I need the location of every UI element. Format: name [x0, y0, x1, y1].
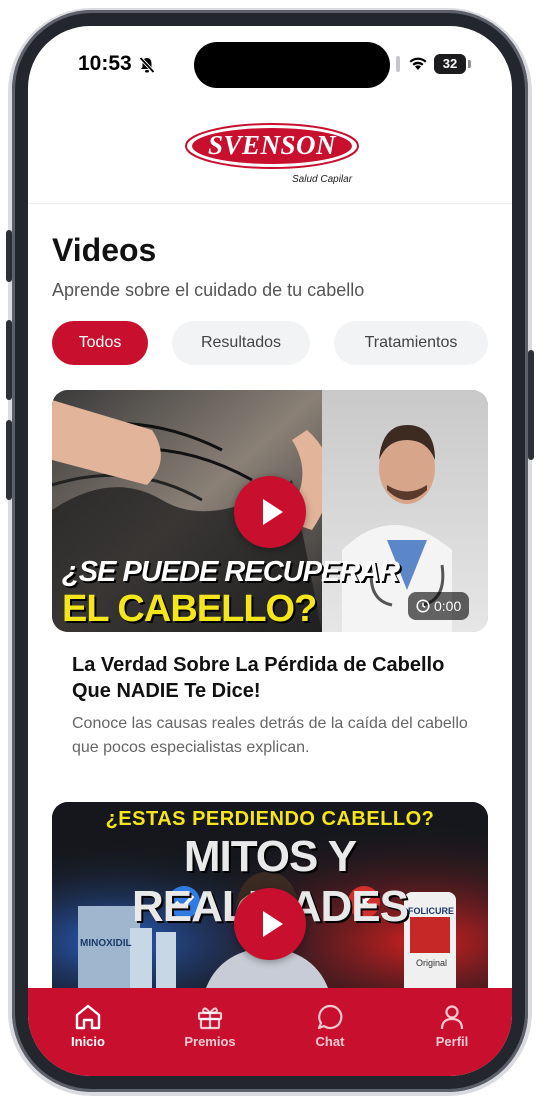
product-label-left: MINOXIDIL	[80, 938, 132, 949]
nav-label-perfil: Perfil	[435, 1034, 469, 1049]
logo-wordmark: SVENSON	[207, 130, 337, 160]
nav-item-perfil[interactable]: Perfil	[407, 1002, 497, 1049]
video-description: Conoce las causas reales detrás de la ca…	[72, 715, 468, 756]
app-screen: 10:53 32 SVENSON Salud Capilar Videos Ap…	[28, 26, 512, 1076]
clock-icon	[416, 599, 430, 613]
filter-chip-resultados[interactable]: Resultados	[172, 321, 310, 365]
duration-text: 0:00	[434, 598, 462, 614]
thumbnail-headline-top: ¿SE PUEDE RECUPERAR	[62, 556, 400, 588]
duration-badge: 0:00	[408, 592, 470, 620]
nav-label-premios: Premios	[184, 1034, 236, 1049]
video-thumbnail[interactable]: ¿SE PUEDE RECUPERAR EL CABELLO? 0:00	[52, 390, 488, 632]
nav-item-chat[interactable]: Chat	[285, 1002, 375, 1049]
video-thumbnail[interactable]: ¿ESTAS PERDIENDO CABELLO? MITOS Y REALID…	[52, 802, 488, 1002]
nav-item-premios[interactable]: Premios	[165, 1002, 255, 1049]
filter-chip-todos[interactable]: Todos	[52, 321, 148, 365]
volume-down-button	[6, 420, 12, 500]
power-button	[528, 350, 534, 460]
thumbnail-headline-top: ¿ESTAS PERDIENDO CABELLO?	[105, 808, 435, 830]
play-icon	[263, 499, 283, 525]
bottom-navigation: Inicio Premios Chat Perfil	[28, 988, 512, 1076]
filter-chip-tratamientos[interactable]: Tratamientos	[334, 321, 488, 365]
product-label-right: FOLICURE	[408, 906, 454, 916]
battery-indicator: 32	[434, 54, 466, 74]
battery-tip	[468, 60, 471, 68]
nav-label-inicio: Inicio	[71, 1034, 105, 1049]
play-button[interactable]	[234, 888, 306, 960]
nav-label-chat: Chat	[315, 1034, 345, 1049]
page-subtitle: Aprende sobre el cuidado de tu cabello	[52, 280, 365, 300]
silent-bell-icon	[138, 56, 156, 79]
status-bar: 10:53 32	[28, 26, 512, 106]
nav-item-inicio[interactable]: Inicio	[43, 1002, 133, 1049]
user-icon	[440, 1005, 464, 1030]
video-title[interactable]: La Verdad Sobre La Pérdida de Cabello Qu…	[72, 652, 472, 704]
app-header: SVENSON Salud Capilar	[28, 106, 512, 204]
home-icon	[75, 1004, 101, 1030]
wifi-icon	[408, 56, 428, 77]
chat-icon	[317, 1004, 343, 1030]
status-time: 10:53	[78, 52, 132, 75]
page-title: Videos	[52, 232, 157, 268]
thumbnail-headline-bottom: EL CABELLO?	[62, 588, 317, 630]
gift-icon	[197, 1007, 223, 1030]
dynamic-island	[194, 42, 390, 88]
play-button[interactable]	[234, 476, 306, 548]
product-label-right-sub: Original	[416, 958, 448, 968]
cellular-signal-icon	[396, 56, 400, 72]
logo-tagline: Salud Capilar	[292, 174, 353, 185]
volume-up-button	[6, 320, 12, 400]
play-icon	[263, 911, 283, 937]
action-button	[6, 230, 12, 282]
